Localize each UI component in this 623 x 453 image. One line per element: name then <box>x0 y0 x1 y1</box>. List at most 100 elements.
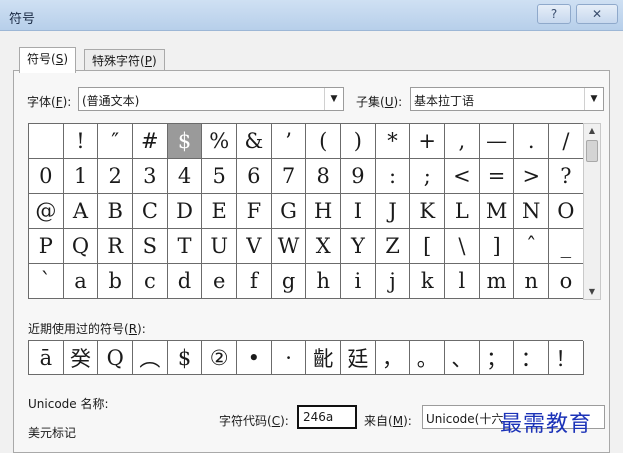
symbol-cell[interactable]: g <box>271 264 307 299</box>
symbol-cell[interactable]: T <box>167 229 203 264</box>
recent-symbol-cell[interactable]: 廷 <box>341 341 376 375</box>
symbol-cell[interactable]: 8 <box>306 159 342 194</box>
symbol-cell[interactable]: H <box>306 194 342 229</box>
symbol-cell[interactable]: 6 <box>237 159 272 194</box>
help-button[interactable]: ? <box>537 4 571 24</box>
symbol-cell[interactable]: 0 <box>29 159 64 194</box>
recent-symbol-cell[interactable]: • <box>237 341 272 375</box>
symbol-cell[interactable]: K <box>410 194 446 229</box>
symbol-cell[interactable]: ; <box>410 159 446 194</box>
symbol-cell[interactable]: Q <box>63 229 99 264</box>
symbol-cell[interactable]: a <box>63 264 99 299</box>
symbol-cell[interactable]: G <box>271 194 307 229</box>
recent-symbol-cell[interactable]: ； <box>479 341 515 375</box>
symbol-cell[interactable]: ? <box>549 159 584 194</box>
symbol-cell[interactable]: X <box>306 229 342 264</box>
symbol-cell[interactable]: ″ <box>98 124 134 159</box>
recent-symbol-cell[interactable]: · <box>271 341 307 375</box>
symbol-cell[interactable]: h <box>306 264 342 299</box>
symbol-cell[interactable]: W <box>271 229 307 264</box>
symbol-cell[interactable]: M <box>479 194 515 229</box>
symbol-cell[interactable]: J <box>375 194 411 229</box>
symbol-cell[interactable]: [ <box>410 229 446 264</box>
scroll-up-icon[interactable]: ▲ <box>584 124 600 138</box>
symbol-cell[interactable]: c <box>133 264 168 299</box>
symbol-cell[interactable]: o <box>549 264 584 299</box>
symbol-cell[interactable]: = <box>479 159 515 194</box>
symbol-cell[interactable]: O <box>549 194 584 229</box>
symbol-cell[interactable]: : <box>375 159 411 194</box>
symbol-cell[interactable]: V <box>237 229 272 264</box>
symbol-cell[interactable] <box>29 124 64 159</box>
symbol-cell[interactable]: ( <box>306 124 342 159</box>
subset-select[interactable]: 基本拉丁语 ▼ <box>410 87 604 111</box>
symbol-cell[interactable]: 7 <box>271 159 307 194</box>
symbol-cell[interactable]: ) <box>341 124 376 159</box>
recent-symbol-cell[interactable]: ： <box>514 341 550 375</box>
symbol-cell[interactable]: / <box>549 124 584 159</box>
symbol-cell[interactable]: Y <box>341 229 376 264</box>
symbol-cell[interactable]: 1 <box>63 159 99 194</box>
symbol-cell[interactable]: ˆ <box>514 229 550 264</box>
symbol-cell[interactable]: Z <box>375 229 411 264</box>
recent-symbol-cell[interactable]: ︵ <box>133 341 168 375</box>
symbol-grid-scrollbar[interactable]: ▲ ▼ <box>583 123 601 300</box>
symbol-cell[interactable]: $ <box>167 124 203 159</box>
symbol-cell[interactable]: — <box>479 124 515 159</box>
symbol-cell[interactable]: 2 <box>98 159 134 194</box>
symbol-cell[interactable]: k <box>410 264 446 299</box>
symbol-cell[interactable]: N <box>514 194 550 229</box>
symbol-cell[interactable]: d <box>167 264 203 299</box>
symbol-cell[interactable]: @ <box>29 194 64 229</box>
symbol-cell[interactable]: S <box>133 229 168 264</box>
symbol-cell[interactable]: f <box>237 264 272 299</box>
symbol-cell[interactable]: P <box>29 229 64 264</box>
symbol-cell[interactable]: ’ <box>271 124 307 159</box>
symbol-cell[interactable]: ] <box>479 229 515 264</box>
symbol-cell[interactable]: I <box>341 194 376 229</box>
symbol-cell[interactable]: D <box>167 194 203 229</box>
symbol-cell[interactable]: l <box>445 264 480 299</box>
recent-symbol-cell[interactable]: ā <box>29 341 64 375</box>
symbol-cell[interactable]: 9 <box>341 159 376 194</box>
symbol-cell[interactable]: 4 <box>167 159 203 194</box>
symbol-cell[interactable]: e <box>202 264 238 299</box>
symbol-cell[interactable]: F <box>237 194 272 229</box>
recent-symbol-cell[interactable]: ② <box>202 341 238 375</box>
symbol-cell[interactable]: U <box>202 229 238 264</box>
recent-symbol-cell[interactable]: $ <box>167 341 203 375</box>
recent-symbol-cell[interactable]: Q <box>98 341 134 375</box>
symbol-cell[interactable]: ˋ <box>29 264 64 299</box>
symbol-cell[interactable]: & <box>237 124 272 159</box>
symbol-cell[interactable]: A <box>63 194 99 229</box>
symbol-cell[interactable]: C <box>133 194 168 229</box>
symbol-cell[interactable]: L <box>445 194 480 229</box>
scroll-thumb[interactable] <box>586 140 598 162</box>
recent-symbol-cell[interactable]: 齔 <box>306 341 342 375</box>
symbol-cell[interactable]: m <box>479 264 515 299</box>
recent-symbol-cell[interactable]: 、 <box>445 341 480 375</box>
symbol-cell[interactable]: j <box>375 264 411 299</box>
symbol-cell[interactable]: b <box>98 264 134 299</box>
symbol-cell[interactable]: i <box>341 264 376 299</box>
font-select[interactable]: (普通文本) ▼ <box>78 87 344 111</box>
recent-symbol-cell[interactable]: 。 <box>410 341 446 375</box>
symbol-cell[interactable]: . <box>514 124 550 159</box>
scroll-down-icon[interactable]: ▼ <box>584 285 600 299</box>
symbol-cell[interactable]: _ <box>549 229 584 264</box>
symbol-cell[interactable]: + <box>410 124 446 159</box>
symbol-cell[interactable]: 3 <box>133 159 168 194</box>
symbol-cell[interactable]: E <box>202 194 238 229</box>
symbol-cell[interactable]: # <box>133 124 168 159</box>
symbol-cell[interactable]: % <box>202 124 238 159</box>
char-code-input[interactable]: 246a <box>297 405 357 429</box>
recent-symbol-cell[interactable]: ， <box>375 341 411 375</box>
symbol-cell[interactable]: * <box>375 124 411 159</box>
close-button[interactable]: ✕ <box>576 4 618 24</box>
symbol-cell[interactable]: B <box>98 194 134 229</box>
symbol-cell[interactable]: > <box>514 159 550 194</box>
symbol-cell[interactable]: , <box>445 124 480 159</box>
symbol-cell[interactable]: n <box>514 264 550 299</box>
recent-symbol-cell[interactable]: 癸 <box>63 341 99 375</box>
symbol-cell[interactable]: \ <box>445 229 480 264</box>
